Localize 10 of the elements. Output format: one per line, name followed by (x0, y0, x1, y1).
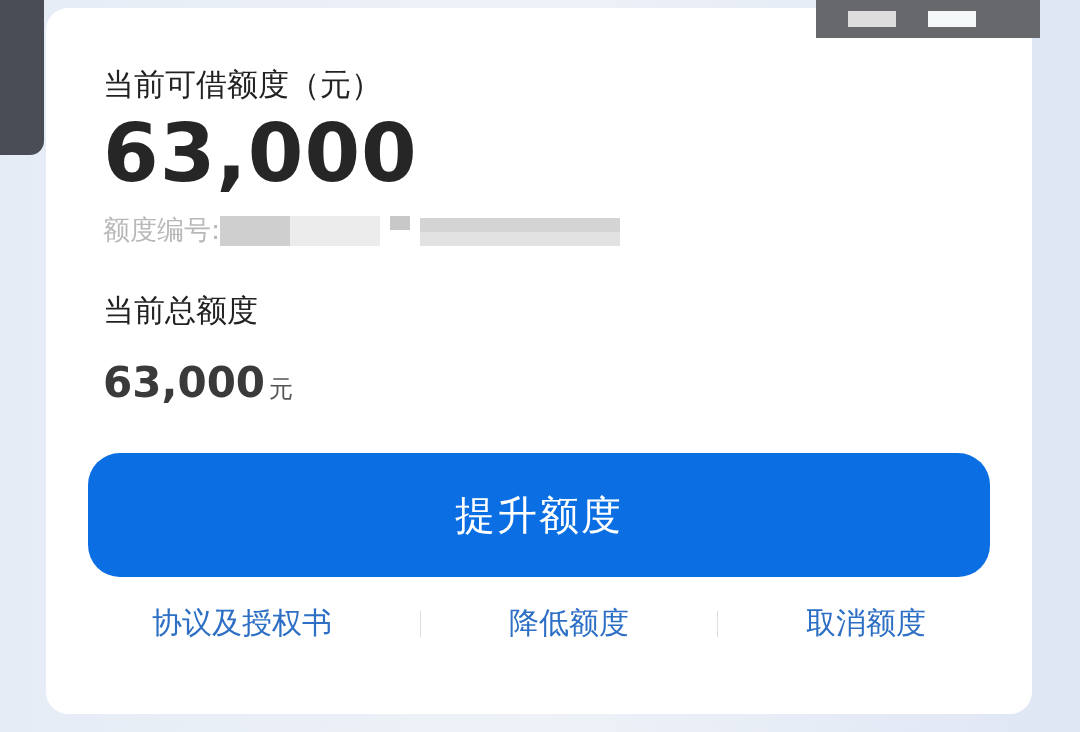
currency-unit: 元 (269, 374, 294, 405)
total-label: 当前总额度 (103, 291, 259, 330)
footer-link[interactable]: 协议及授权书 (152, 603, 332, 644)
raise-limit-button[interactable]: 提升额度 (88, 453, 990, 577)
available-label: 当前可借额度（元） (103, 65, 383, 104)
footer-link[interactable]: 取消额度 (806, 603, 926, 644)
credit-number-label: 额度编号: (103, 213, 221, 247)
footer-link[interactable]: 降低额度 (509, 603, 629, 644)
total-amount: 63,000 (103, 358, 266, 407)
available-amount: 63,000 (103, 110, 419, 198)
